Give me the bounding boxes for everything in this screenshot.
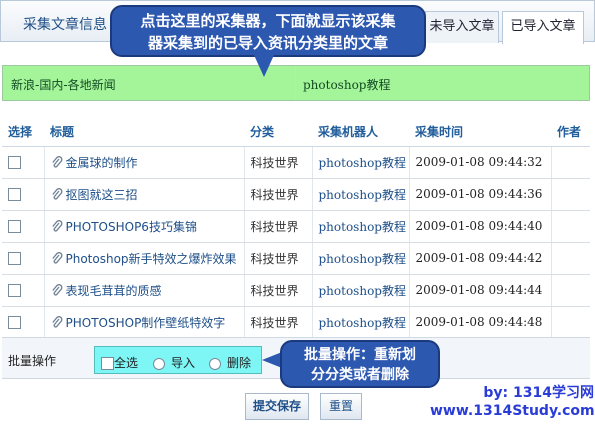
table-row: PHOTOSHOP6技巧集锦 科技世界 photoshop教程 2009-01-… (2, 210, 590, 243)
category-cell: 科技世界 (244, 178, 313, 211)
article-title-link[interactable]: PHOTOSHOP6技巧集锦 (66, 220, 197, 234)
author-cell (551, 242, 590, 275)
watermark: by: 1314学习网 www.1314Study.com (430, 384, 595, 420)
column-header-select: 选择 (2, 118, 44, 147)
article-title-link[interactable]: 抠图就这三招 (66, 188, 138, 202)
articles-table: 选择 标题 分类 采集机器人 采集时间 作者 金属球的制作 科技世界 photo… (2, 118, 590, 339)
paperclip-icon (51, 220, 62, 232)
annotation-callout-bottom: 批量操作：重新划 分分类或者删除 (280, 340, 440, 388)
author-cell (551, 306, 590, 339)
select-all-label: 全选 (114, 356, 139, 370)
robot-link[interactable]: photoshop教程 (319, 220, 406, 234)
watermark-line: by: 1314学习网 (483, 385, 594, 401)
category-cell: 科技世界 (244, 274, 313, 307)
collector-item-photoshop[interactable]: photoshop教程 (303, 76, 390, 93)
row-checkbox[interactable] (8, 220, 21, 233)
article-title-link[interactable]: 表现毛茸茸的质感 (66, 284, 162, 298)
callout-text-line: 分分类或者删除 (311, 367, 409, 383)
category-cell: 科技世界 (244, 242, 313, 275)
column-header-author: 作者 (551, 118, 590, 147)
column-header-time: 采集时间 (409, 118, 551, 147)
paperclip-icon (51, 188, 62, 200)
collector-category-bar: 新浪-国内-各地新闻 photoshop教程 (2, 65, 590, 101)
table-row: Photoshop新手特效之爆炸效果 科技世界 photoshop教程 2009… (2, 242, 590, 275)
row-checkbox[interactable] (8, 252, 21, 265)
time-cell: 2009-01-08 09:44:40 (415, 219, 543, 233)
callout-pointer (262, 352, 282, 368)
column-header-category: 分类 (244, 118, 312, 147)
time-cell: 2009-01-08 09:44:36 (415, 187, 543, 201)
callout-text-line: 批量操作：重新划 (304, 347, 416, 363)
tab-imported-articles[interactable]: 已导入文章 (502, 11, 584, 44)
batch-label: 批量操作 (8, 354, 57, 368)
category-cell: 科技世界 (244, 210, 313, 243)
row-checkbox[interactable] (8, 316, 21, 329)
column-header-title: 标题 (44, 118, 244, 147)
paperclip-icon (51, 316, 62, 328)
row-checkbox[interactable] (8, 188, 21, 201)
article-title-link[interactable]: Photoshop新手特效之爆炸效果 (66, 252, 237, 266)
time-cell: 2009-01-08 09:44:48 (415, 315, 543, 329)
import-option[interactable]: 导入 (153, 354, 195, 371)
import-label: 导入 (171, 356, 196, 370)
author-cell (551, 178, 590, 211)
table-row: 抠图就这三招 科技世界 photoshop教程 2009-01-08 09:44… (2, 178, 590, 211)
paperclip-icon (51, 252, 62, 264)
article-title-link[interactable]: PHOTOSHOP制作壁纸特效字 (66, 316, 226, 330)
table-row: 表现毛茸茸的质感 科技世界 photoshop教程 2009-01-08 09:… (2, 274, 590, 307)
delete-radio[interactable] (209, 357, 221, 370)
reset-button[interactable]: 重置 (320, 393, 362, 420)
row-checkbox[interactable] (8, 284, 21, 297)
time-cell: 2009-01-08 09:44:32 (415, 155, 543, 169)
author-cell (551, 274, 590, 307)
row-checkbox[interactable] (8, 156, 21, 169)
delete-option[interactable]: 删除 (209, 354, 251, 371)
divider (295, 66, 296, 100)
table-row: 金属球的制作 科技世界 photoshop教程 2009-01-08 09:44… (2, 146, 590, 179)
robot-link[interactable]: photoshop教程 (319, 316, 406, 330)
table-row: PHOTOSHOP制作壁纸特效字 科技世界 photoshop教程 2009-0… (2, 306, 590, 339)
category-cell: 科技世界 (244, 306, 313, 339)
select-all-option[interactable]: 全选 (101, 354, 138, 371)
batch-options: 全选 导入 删除 (94, 346, 262, 374)
collector-item-sina[interactable]: 新浪-国内-各地新闻 (11, 76, 116, 93)
delete-label: 删除 (227, 356, 252, 370)
callout-text-line: 器采集到的已导入资讯分类里的文章 (147, 34, 388, 52)
robot-link[interactable]: photoshop教程 (319, 188, 406, 202)
time-cell: 2009-01-08 09:44:44 (415, 283, 543, 297)
annotation-callout-top: 点击这里的采集器，下面就显示该采集 器采集到的已导入资讯分类里的文章 (110, 5, 426, 57)
author-cell (551, 210, 590, 243)
callout-pointer (254, 55, 274, 77)
paperclip-icon (51, 284, 62, 296)
paperclip-icon (51, 156, 62, 168)
select-all-checkbox[interactable] (101, 357, 114, 370)
panel-title: 采集文章信息 (23, 17, 107, 33)
import-radio[interactable] (153, 357, 165, 370)
category-cell: 科技世界 (244, 146, 313, 179)
time-cell: 2009-01-08 09:44:42 (415, 251, 543, 265)
robot-link[interactable]: photoshop教程 (319, 156, 406, 170)
author-cell (551, 146, 590, 179)
callout-text-line: 点击这里的采集器，下面就显示该采集 (140, 12, 396, 30)
robot-link[interactable]: photoshop教程 (319, 252, 406, 266)
column-header-robot: 采集机器人 (312, 118, 409, 147)
table-header-row: 选择 标题 分类 采集机器人 采集时间 作者 (2, 118, 590, 147)
robot-link[interactable]: photoshop教程 (319, 284, 406, 298)
tab-unimported-articles[interactable]: 未导入文章 (425, 11, 499, 43)
submit-save-button[interactable]: 提交保存 (245, 393, 309, 420)
watermark-line: www.1314Study.com (430, 403, 595, 419)
article-title-link[interactable]: 金属球的制作 (66, 156, 138, 170)
